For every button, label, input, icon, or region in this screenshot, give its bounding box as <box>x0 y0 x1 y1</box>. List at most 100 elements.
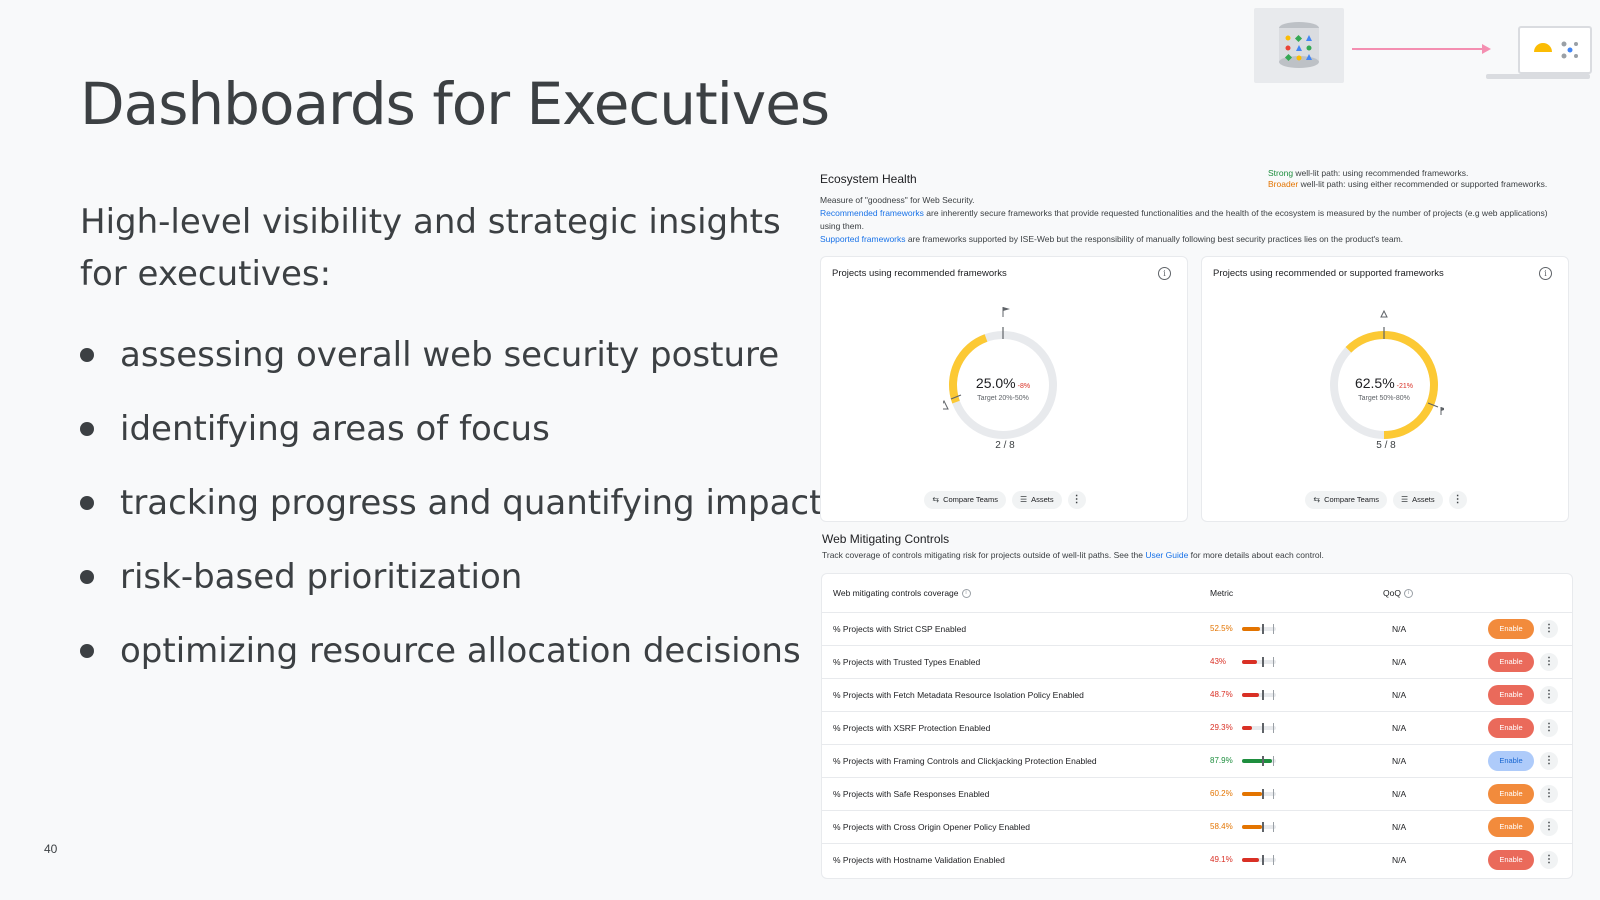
metric-target-marker <box>1262 789 1264 799</box>
control-name: % Projects with Trusted Types Enabled <box>833 657 981 667</box>
card-actions: ⇆ Compare Teams ☰ Assets ⋮ <box>821 491 1189 509</box>
ecosystem-desc-line: Measure of "goodness" for Web Security. <box>820 195 975 205</box>
metric-value: 87.9% <box>1210 756 1233 765</box>
table-row: % Projects with Framing Controls and Cli… <box>822 744 1572 777</box>
qoq-value: N/A <box>1392 657 1407 667</box>
bullet-item: risk-based prioritization <box>80 540 822 614</box>
enable-button[interactable]: Enable <box>1488 718 1534 738</box>
more-options-icon[interactable]: ⋮ <box>1540 719 1558 737</box>
metric-bar-fill <box>1242 693 1259 697</box>
metric-bar-fill <box>1242 792 1263 796</box>
data-flow-illustration <box>1254 8 1600 88</box>
gauge-chart: 25.0% -8% Target 20%-50% <box>939 305 1063 441</box>
control-name: % Projects with Fetch Metadata Resource … <box>833 690 1084 700</box>
ecosystem-description: Measure of "goodness" for Web Security. … <box>820 194 1560 246</box>
metric-value: 43% <box>1210 657 1227 666</box>
card-title: Projects using recommended or supported … <box>1213 268 1444 279</box>
warning-triangle-icon <box>939 399 949 410</box>
recommended-or-supported-card: Projects using recommended or supported … <box>1201 256 1569 522</box>
table-header: Web mitigating controls coverage i Metric… <box>822 574 1572 612</box>
more-options-icon[interactable]: ⋮ <box>1540 818 1558 836</box>
assets-button[interactable]: ☰ Assets <box>1011 491 1062 509</box>
coverage-header: Web mitigating controls coverage i <box>833 588 971 599</box>
metric-target-marker <box>1273 855 1274 865</box>
metric-target-marker <box>1273 756 1274 766</box>
more-options-icon[interactable]: ⋮ <box>1540 752 1558 770</box>
metric-target-marker <box>1273 657 1274 667</box>
metric-value: 52.5% <box>1210 624 1233 633</box>
assets-label: Assets <box>1031 495 1054 504</box>
control-name: % Projects with Strict CSP Enabled <box>833 624 967 634</box>
bullet-item: optimizing resource allocation decisions <box>80 614 822 688</box>
gauge-count: 5 / 8 <box>1376 440 1396 451</box>
ecosystem-desc-text: are frameworks supported by ISE-Web but … <box>905 234 1404 244</box>
gauge-chart: 62.5% -21% Target 50%-80% <box>1324 305 1447 441</box>
qoq-value: N/A <box>1392 789 1407 799</box>
enable-button[interactable]: Enable <box>1488 685 1534 705</box>
ecosystem-desc-text: are inherently secure frameworks that pr… <box>820 208 1548 231</box>
recommended-frameworks-link[interactable]: Recommended frameworks <box>820 208 924 218</box>
qoq-value: N/A <box>1392 822 1407 832</box>
mitigating-controls-table: Web mitigating controls coverage i Metric… <box>821 573 1573 879</box>
metric-bar-fill <box>1242 726 1252 730</box>
enable-button[interactable]: Enable <box>1488 850 1534 870</box>
metric-target-marker <box>1262 624 1264 634</box>
more-options-icon[interactable]: ⋮ <box>1540 851 1558 869</box>
card-actions: ⇆ Compare Teams ☰ Assets ⋮ <box>1202 491 1570 509</box>
enable-button[interactable]: Enable <box>1488 652 1534 672</box>
table-row: % Projects with Safe Responses Enabled 60… <box>822 777 1572 810</box>
compare-teams-button[interactable]: ⇆ Compare Teams <box>1305 491 1387 509</box>
metric-value: 48.7% <box>1210 690 1233 699</box>
more-options-icon[interactable]: ⋮ <box>1540 653 1558 671</box>
control-name: % Projects with XSRF Protection Enabled <box>833 723 991 733</box>
metric-bar <box>1242 855 1276 865</box>
qoq-value: N/A <box>1392 855 1407 865</box>
info-icon[interactable]: i <box>1158 267 1171 280</box>
gauge-value: 25.0% -8% <box>943 375 1063 391</box>
gauge-target: Target 20%-50% <box>977 395 1029 402</box>
assets-button[interactable]: ☰ Assets <box>1392 491 1443 509</box>
bullet-list: assessing overall web security posture i… <box>80 318 822 688</box>
enable-button[interactable]: Enable <box>1488 784 1534 804</box>
user-guide-link[interactable]: User Guide <box>1145 550 1188 560</box>
gauge-target: Target 50%-80% <box>1358 395 1410 402</box>
metric-target-marker <box>1262 657 1264 667</box>
enable-button[interactable]: Enable <box>1488 619 1534 639</box>
gauge-count: 2 / 8 <box>995 440 1015 451</box>
card-title: Projects using recommended frameworks <box>832 268 1007 279</box>
bullet-dot <box>80 644 94 658</box>
metric-bar <box>1242 789 1276 799</box>
bullet-text: tracking progress and quantifying impact <box>120 483 823 523</box>
gauge-delta: -8% <box>1017 383 1031 390</box>
gauge-value-text: 62.5% <box>1354 375 1395 391</box>
compare-teams-button[interactable]: ⇆ Compare Teams <box>924 491 1006 509</box>
bullet-dot <box>80 348 94 362</box>
search-list-icon: ☰ <box>1019 495 1028 504</box>
supported-frameworks-link[interactable]: Supported frameworks <box>820 234 906 244</box>
info-icon[interactable]: i <box>1403 589 1413 599</box>
enable-button[interactable]: Enable <box>1488 751 1534 771</box>
gauge-delta: -21% <box>1396 383 1414 390</box>
metric-header[interactable]: Metric <box>1210 588 1233 598</box>
metric-target-marker <box>1273 723 1274 733</box>
metric-target-marker <box>1273 624 1274 634</box>
control-name: % Projects with Hostname Validation Enab… <box>833 855 1005 865</box>
enable-button[interactable]: Enable <box>1488 817 1534 837</box>
more-options-icon[interactable]: ⋮ <box>1540 686 1558 704</box>
more-options-icon[interactable]: ⋮ <box>1067 491 1086 509</box>
qoq-value: N/A <box>1392 690 1407 700</box>
web-mitigating-controls-title: Web Mitigating Controls <box>822 532 950 546</box>
metric-bar-fill <box>1242 858 1259 862</box>
more-options-icon[interactable]: ⋮ <box>1448 491 1467 509</box>
gauge-svg <box>1330 309 1447 439</box>
metric-bar <box>1242 657 1276 667</box>
more-options-icon[interactable]: ⋮ <box>1540 785 1558 803</box>
info-icon[interactable]: i <box>961 589 971 599</box>
info-icon[interactable]: i <box>1539 267 1552 280</box>
more-options-icon[interactable]: ⋮ <box>1540 620 1558 638</box>
metric-bar-fill <box>1242 660 1257 664</box>
metric-target-marker <box>1262 756 1264 766</box>
slide-subtitle: High-level visibility and strategic insi… <box>80 202 781 294</box>
qoq-header-label: QoQ <box>1383 588 1401 598</box>
control-name: % Projects with Framing Controls and Cli… <box>833 756 1097 766</box>
